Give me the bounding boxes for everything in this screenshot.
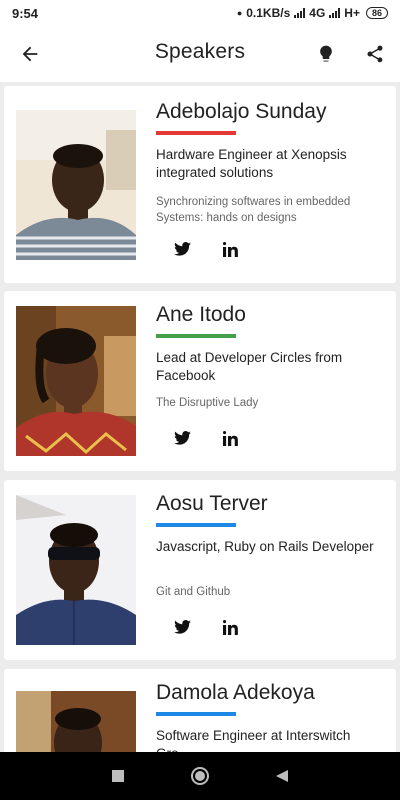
twitter-icon[interactable] xyxy=(170,426,194,450)
speaker-card[interactable]: Adebolajo Sunday Hardware Engineer at Xe… xyxy=(4,86,396,283)
speaker-card[interactable]: Damola Adekoya Software Engineer at Inte… xyxy=(4,669,396,752)
speaker-card[interactable]: Aosu Terver Javascript, Ruby on Rails De… xyxy=(4,480,396,660)
accent-underline xyxy=(156,334,236,338)
speaker-role: Hardware Engineer at Xenopsis integrated… xyxy=(156,147,347,180)
speaker-name: Adebolajo Sunday xyxy=(156,100,327,123)
app-bar: Speakers xyxy=(0,26,400,82)
social-links xyxy=(170,426,242,450)
signal-icon xyxy=(294,8,306,18)
speaker-role: Software Engineer at Interswitch Gro... xyxy=(156,728,351,752)
speaker-photo xyxy=(16,306,136,456)
network-type: 4G xyxy=(309,6,326,20)
speaker-photo xyxy=(16,110,136,260)
speaker-list[interactable]: Adebolajo Sunday Hardware Engineer at Xe… xyxy=(0,82,400,752)
social-links xyxy=(170,615,242,639)
speaker-role: Lead at Developer Circles from Facebook xyxy=(156,350,343,383)
accent-underline xyxy=(156,712,236,716)
share-icon[interactable] xyxy=(361,40,389,68)
system-nav-bar xyxy=(0,752,400,800)
speaker-name: Aosu Terver xyxy=(156,492,268,515)
talk-title: Synchronizing softwares in embedded Syst… xyxy=(156,196,351,224)
talk-title: Git and Github xyxy=(156,586,231,598)
lightbulb-icon[interactable] xyxy=(312,40,340,68)
linkedin-icon[interactable] xyxy=(218,237,242,261)
speaker-card[interactable]: Ane Itodo Lead at Developer Circles from… xyxy=(4,291,396,471)
speaker-photo xyxy=(16,495,136,645)
page-title: Speakers xyxy=(154,40,246,63)
net-speed: 0.1KB/s xyxy=(246,6,291,20)
status-indicators: ● 0.1KB/s 4G H+ 86 xyxy=(237,6,388,20)
accent-underline xyxy=(156,131,236,135)
network-type-2: H+ xyxy=(344,6,360,20)
speaker-name: Ane Itodo xyxy=(156,303,246,326)
dot-icon: ● xyxy=(236,8,243,18)
talk-title: The Disruptive Lady xyxy=(156,397,259,409)
square-recents-icon[interactable] xyxy=(108,766,128,786)
status-bar: 9:54 ● 0.1KB/s 4G H+ 86 xyxy=(0,0,400,26)
triangle-back-icon[interactable] xyxy=(272,766,292,786)
circle-home-icon[interactable] xyxy=(190,766,210,786)
battery-icon: 86 xyxy=(365,7,388,19)
twitter-icon[interactable] xyxy=(170,237,194,261)
accent-underline xyxy=(156,523,236,527)
speaker-name: Damola Adekoya xyxy=(156,681,315,704)
social-links xyxy=(170,237,242,261)
signal-icon-2 xyxy=(329,8,341,18)
speaker-photo xyxy=(16,691,136,752)
twitter-icon[interactable] xyxy=(170,615,194,639)
linkedin-icon[interactable] xyxy=(218,426,242,450)
status-time: 9:54 xyxy=(12,5,39,21)
speaker-role: Javascript, Ruby on Rails Developer xyxy=(156,539,374,554)
battery-level: 86 xyxy=(371,8,382,18)
linkedin-icon[interactable] xyxy=(218,615,242,639)
